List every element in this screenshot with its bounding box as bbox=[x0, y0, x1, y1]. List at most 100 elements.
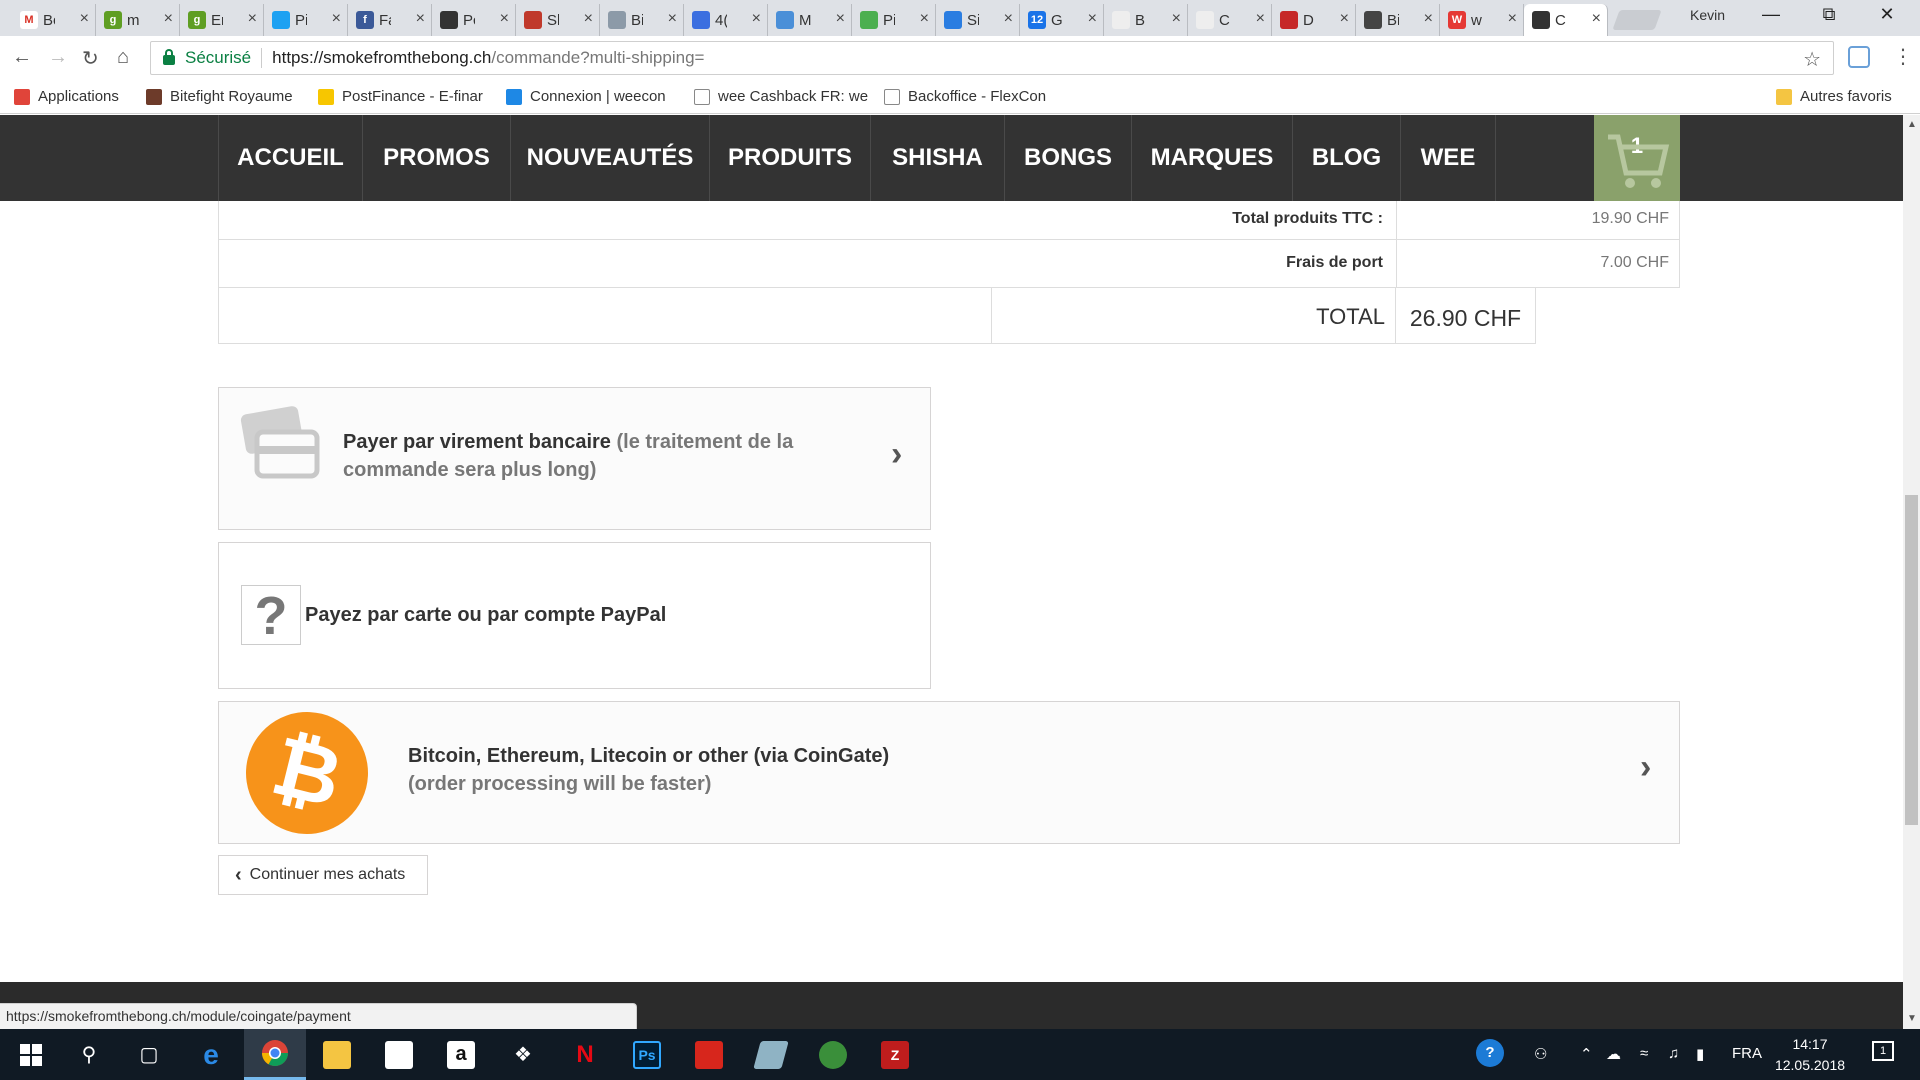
browser-tab[interactable]: Ww × bbox=[1440, 4, 1524, 36]
tab-close-icon[interactable]: × bbox=[80, 10, 89, 28]
people-icon[interactable]: ⚇ bbox=[1534, 1045, 1547, 1063]
browser-tab[interactable]: Pc × bbox=[432, 4, 516, 36]
nav-item[interactable]: WEE bbox=[1400, 115, 1496, 201]
chrome-icon[interactable] bbox=[244, 1029, 306, 1080]
cloud-icon[interactable]: ☁ bbox=[1606, 1045, 1621, 1063]
tab-close-icon[interactable]: × bbox=[668, 10, 677, 28]
browser-tab[interactable]: g m × bbox=[96, 4, 180, 36]
notifications-icon[interactable]: 1 bbox=[1872, 1041, 1894, 1061]
tab-close-icon[interactable]: × bbox=[920, 10, 929, 28]
edge-icon[interactable]: e bbox=[180, 1029, 242, 1080]
forward-icon[interactable]: → bbox=[48, 46, 68, 69]
bookmark-star-icon[interactable]: ☆ bbox=[1803, 47, 1821, 72]
filezilla-icon[interactable]: Z bbox=[864, 1029, 926, 1080]
browser-tab[interactable]: Si × bbox=[936, 4, 1020, 36]
reload-icon[interactable]: ↻ bbox=[82, 46, 99, 71]
bookmark-item[interactable]: Bitefight Royaume bbox=[146, 88, 293, 105]
nav-item[interactable]: ACCUEIL bbox=[218, 115, 362, 201]
bookmark-item[interactable]: Applications bbox=[14, 88, 119, 105]
nav-item[interactable]: SHISHA bbox=[870, 115, 1004, 201]
tab-close-icon[interactable]: × bbox=[1004, 10, 1013, 28]
dropbox-icon[interactable]: ❖ bbox=[492, 1029, 554, 1080]
tab-close-icon[interactable]: × bbox=[1340, 10, 1349, 28]
browser-tab[interactable]: Pi × bbox=[264, 4, 348, 36]
browser-tab[interactable]: M Bo × bbox=[12, 4, 96, 36]
restore-icon[interactable]: ⧉ bbox=[1806, 4, 1852, 25]
browser-tab[interactable]: B × bbox=[1104, 4, 1188, 36]
tab-close-icon[interactable]: × bbox=[248, 10, 257, 28]
globe-app-icon[interactable] bbox=[802, 1029, 864, 1080]
browser-tab[interactable]: Bi × bbox=[1356, 4, 1440, 36]
payment-coingate[interactable]: ₿ Bitcoin, Ethereum, Litecoin or other (… bbox=[218, 699, 1680, 847]
photoshop-icon[interactable]: Ps bbox=[616, 1029, 678, 1080]
continue-shopping-button[interactable]: ‹ Continuer mes achats bbox=[218, 855, 428, 895]
tab-close-icon[interactable]: × bbox=[584, 10, 593, 28]
nav-item[interactable]: NOUVEAUTÉS bbox=[510, 115, 709, 201]
payment-bank-transfer[interactable]: Payer par virement bancaire (le traiteme… bbox=[218, 387, 931, 530]
tab-close-icon[interactable]: × bbox=[164, 10, 173, 28]
tab-close-icon[interactable]: × bbox=[500, 10, 509, 28]
close-window-icon[interactable]: ✕ bbox=[1864, 4, 1910, 25]
back-icon[interactable]: ← bbox=[12, 46, 32, 69]
tab-close-icon[interactable]: × bbox=[1592, 10, 1601, 28]
task-view-icon[interactable]: ▢ bbox=[118, 1029, 180, 1080]
browser-tab[interactable]: 4(× bbox=[684, 4, 768, 36]
tab-close-icon[interactable]: × bbox=[416, 10, 425, 28]
home-icon[interactable]: ⌂ bbox=[117, 46, 129, 69]
scroll-down-icon[interactable]: ▼ bbox=[1907, 1013, 1917, 1024]
bookmark-other[interactable]: Autres favoris bbox=[1776, 88, 1892, 105]
nav-item[interactable]: BLOG bbox=[1292, 115, 1400, 201]
browser-tab[interactable]: Sl × bbox=[516, 4, 600, 36]
minimize-icon[interactable]: — bbox=[1748, 4, 1794, 25]
payment-paypal[interactable]: ? Payez par carte ou par compte PayPal bbox=[218, 542, 931, 689]
file-explorer-icon[interactable] bbox=[306, 1029, 368, 1080]
nav-item[interactable]: PRODUITS bbox=[709, 115, 870, 201]
battery-icon[interactable]: ▮ bbox=[1696, 1045, 1704, 1063]
language-indicator[interactable]: FRA bbox=[1732, 1045, 1762, 1062]
browser-menu-icon[interactable]: ⋮ bbox=[1893, 44, 1913, 69]
browser-tab[interactable]: M × bbox=[768, 4, 852, 36]
browser-tab[interactable]: Bi × bbox=[600, 4, 684, 36]
browser-tab[interactable]: f Fa × bbox=[348, 4, 432, 36]
tab-close-icon[interactable]: × bbox=[1172, 10, 1181, 28]
profile-name[interactable]: Kevin bbox=[1690, 7, 1725, 23]
page-scrollbar[interactable]: ▲ ▼ bbox=[1903, 115, 1920, 1029]
cart-button[interactable]: 1 bbox=[1594, 115, 1680, 201]
scrollbar-thumb[interactable] bbox=[1905, 495, 1918, 825]
nav-item[interactable]: PROMOS bbox=[362, 115, 510, 201]
browser-tab[interactable]: C × bbox=[1188, 4, 1272, 36]
bookmark-item[interactable]: Backoffice - FlexCon bbox=[884, 88, 1046, 105]
browser-tab[interactable]: D × bbox=[1272, 4, 1356, 36]
browser-tab[interactable]: C × bbox=[1524, 4, 1608, 36]
search-icon[interactable]: ⚲ bbox=[58, 1029, 120, 1080]
acrobat-icon[interactable] bbox=[678, 1029, 740, 1080]
browser-tab[interactable]: 12 G × bbox=[1020, 4, 1104, 36]
tab-close-icon[interactable]: × bbox=[752, 10, 761, 28]
browser-tab[interactable]: g Er × bbox=[180, 4, 264, 36]
amazon-icon[interactable]: a bbox=[430, 1029, 492, 1080]
tab-close-icon[interactable]: × bbox=[1424, 10, 1433, 28]
bookmark-item[interactable]: wee Cashback FR: we bbox=[694, 88, 868, 105]
clock[interactable]: 14:17 12.05.2018 bbox=[1760, 1034, 1860, 1076]
nav-item[interactable]: MARQUES bbox=[1131, 115, 1292, 201]
address-bar[interactable]: Sécurisé https://smokefromthebong.ch/com… bbox=[150, 41, 1834, 75]
start-button[interactable] bbox=[0, 1029, 62, 1080]
tab-close-icon[interactable]: × bbox=[1508, 10, 1517, 28]
store-icon[interactable] bbox=[368, 1029, 430, 1080]
tab-close-icon[interactable]: × bbox=[1256, 10, 1265, 28]
tab-close-icon[interactable]: × bbox=[332, 10, 341, 28]
browser-tab[interactable]: Pi × bbox=[852, 4, 936, 36]
wifi-icon[interactable]: ≈ bbox=[1640, 1045, 1648, 1062]
notes-app-icon[interactable] bbox=[740, 1029, 802, 1080]
tab-close-icon[interactable]: × bbox=[836, 10, 845, 28]
scroll-up-icon[interactable]: ▲ bbox=[1907, 119, 1917, 130]
chevron-up-icon[interactable]: ⌃ bbox=[1580, 1045, 1593, 1063]
new-tab-button[interactable] bbox=[1612, 10, 1662, 30]
help-icon[interactable]: ? bbox=[1476, 1039, 1504, 1067]
bookmark-item[interactable]: PostFinance - E-finar bbox=[318, 88, 483, 105]
bookmark-item[interactable]: Connexion | weecon bbox=[506, 88, 666, 105]
tab-close-icon[interactable]: × bbox=[1088, 10, 1097, 28]
netflix-icon[interactable]: N bbox=[554, 1029, 616, 1080]
extension-icon[interactable] bbox=[1848, 46, 1870, 68]
volume-icon[interactable]: ♫ bbox=[1668, 1045, 1679, 1062]
